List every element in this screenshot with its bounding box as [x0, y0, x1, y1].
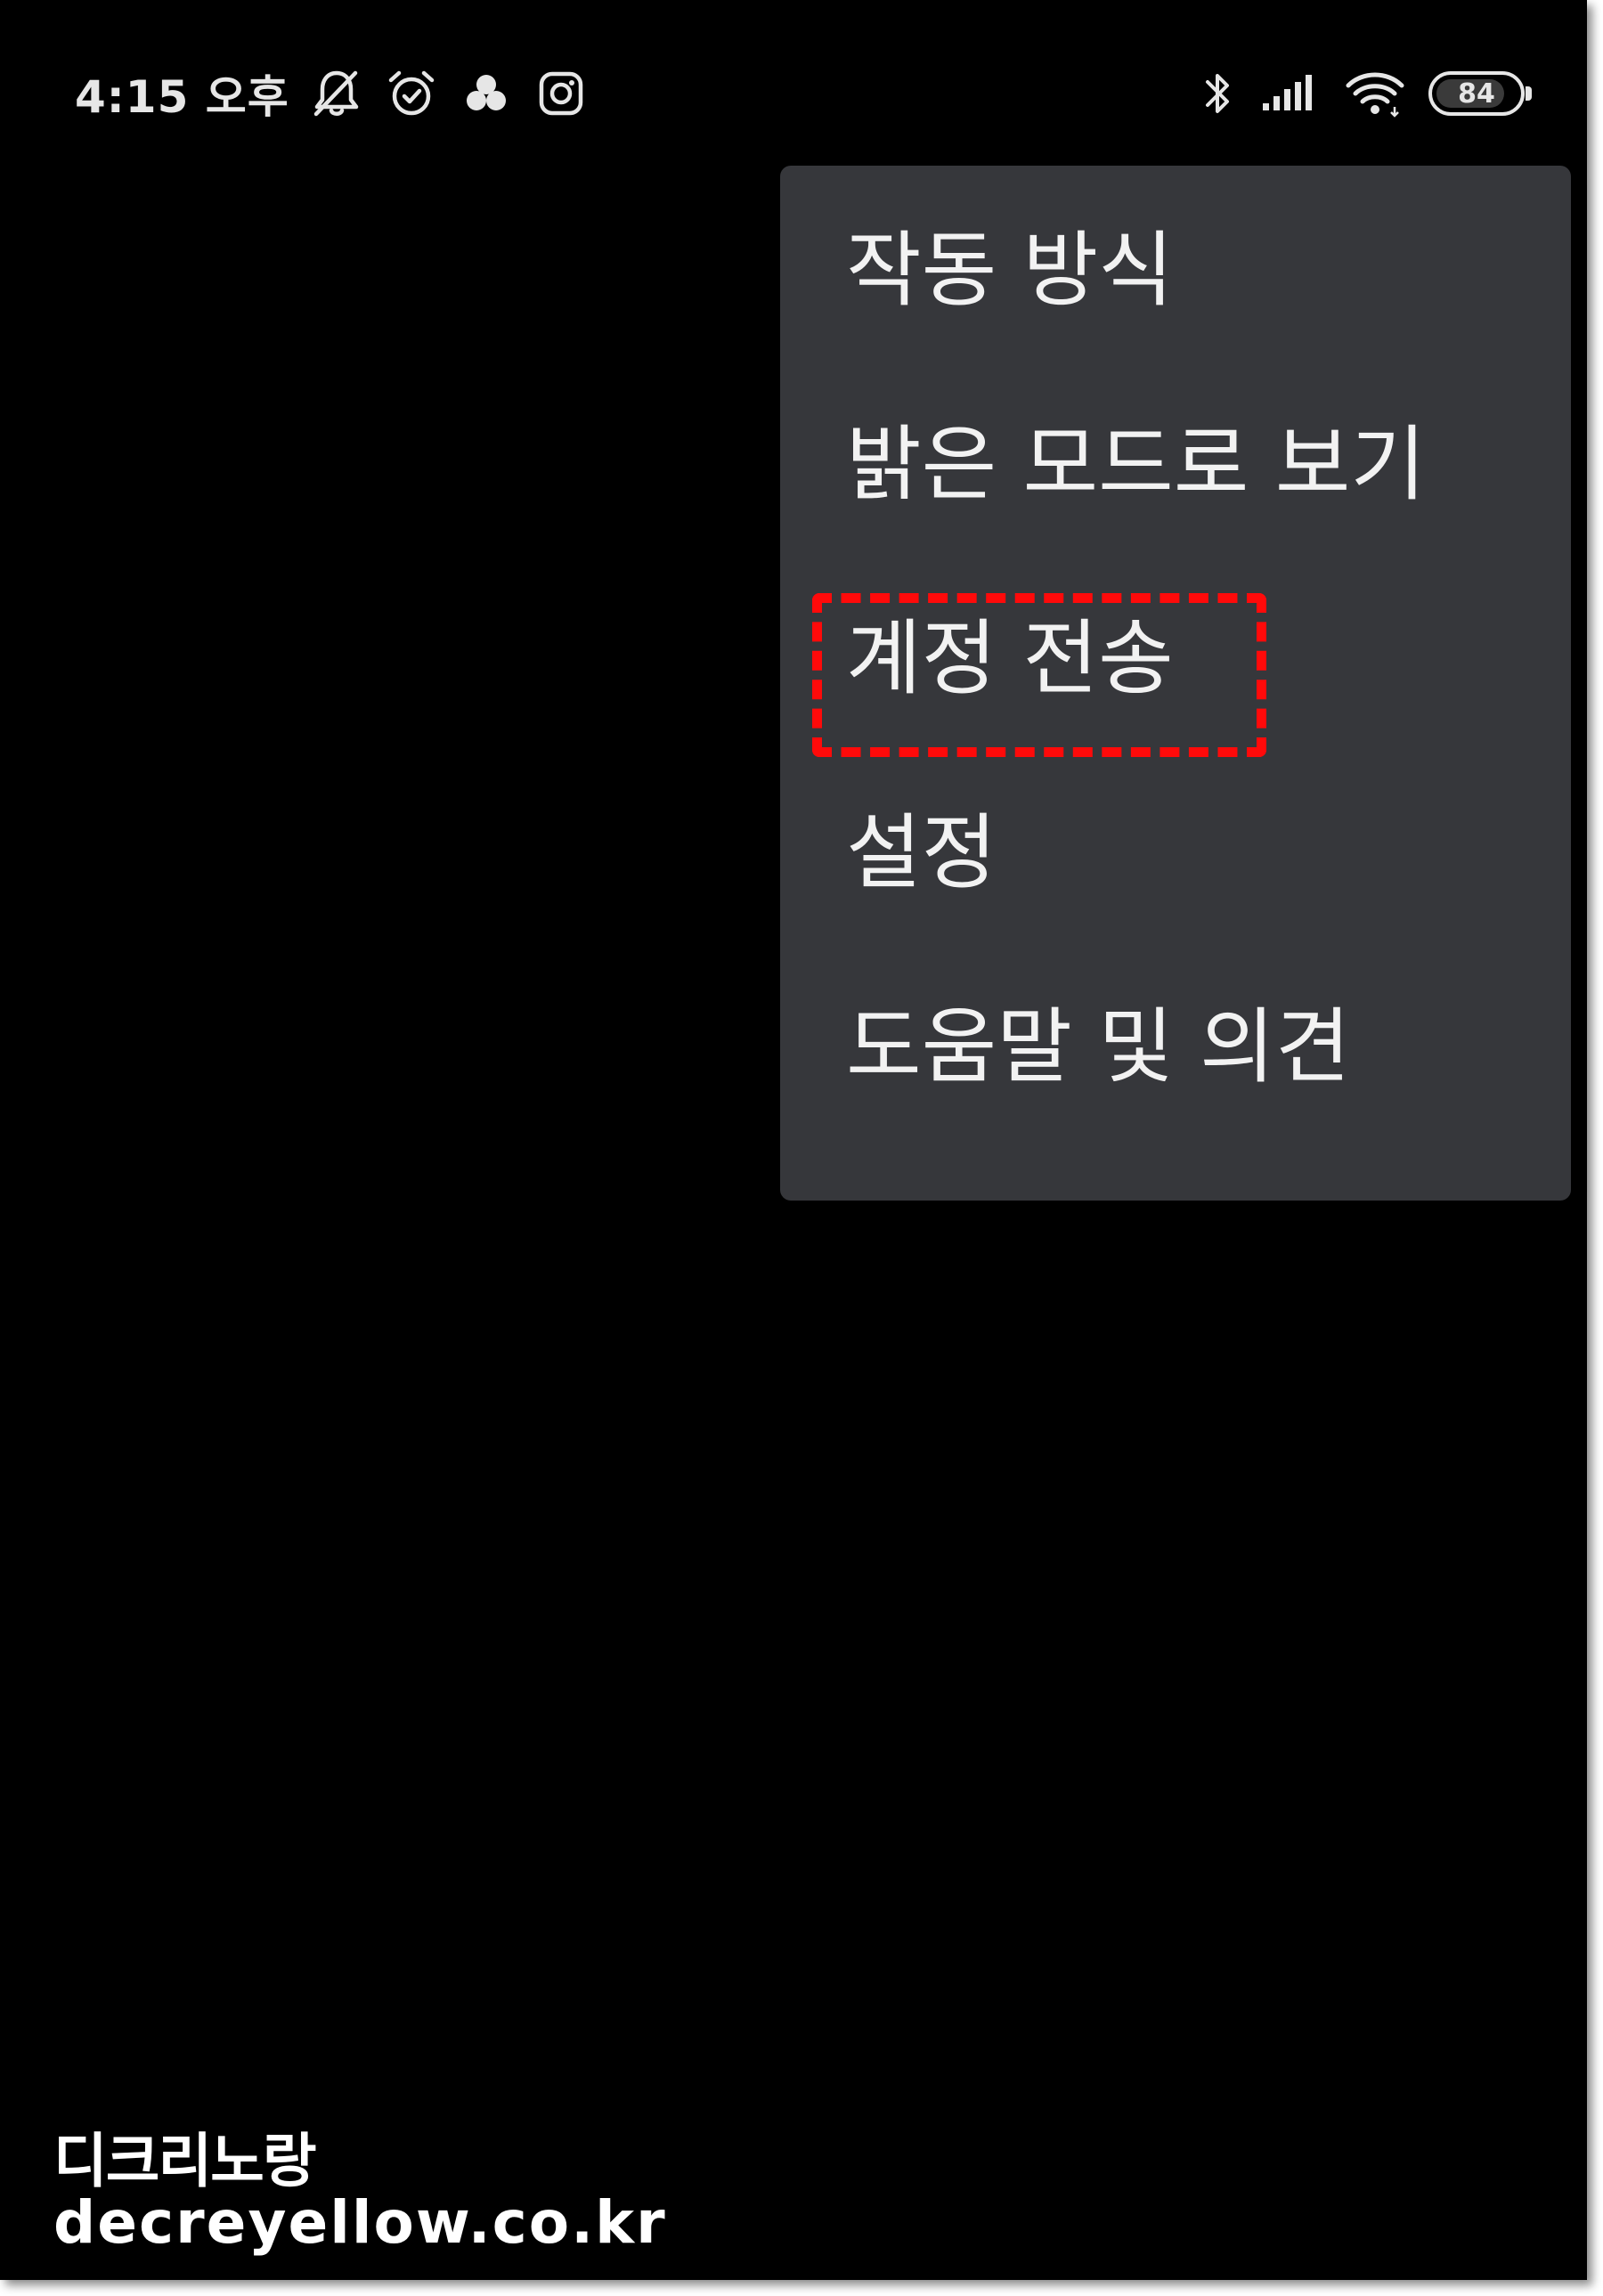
bell-off-icon — [309, 66, 364, 121]
menu-item-account-transfer[interactable]: 계정 전송 — [780, 554, 1571, 748]
menu-item-light-mode[interactable]: 밝은 모드로 보기 — [780, 360, 1571, 554]
menu-item-help-feedback[interactable]: 도움말 및 의견 — [780, 942, 1571, 1136]
battery-indicator: 84 — [1428, 71, 1532, 116]
wifi-icon — [1343, 66, 1407, 121]
alarm-clock-icon — [384, 66, 439, 121]
menu-item-settings[interactable]: 설정 — [780, 748, 1571, 942]
status-bar-left: 4:15 오후 — [75, 53, 589, 134]
menu-item-how-it-works[interactable]: 작동 방식 — [780, 166, 1571, 360]
cellular-signal-icon — [1259, 66, 1322, 121]
bluetooth-icon — [1199, 66, 1238, 121]
menu-item-label: 설정 — [846, 804, 997, 900]
phone-screen: 4:15 오후 84 작동 방식 밝은 모드로 보기 계정 전송 설정 도움말 … — [0, 0, 1587, 2280]
battery-level: 84 — [1458, 77, 1495, 110]
instagram-icon — [533, 66, 589, 121]
watermark-url: decreyellow.co.kr — [53, 2188, 667, 2258]
watermark-brand: 디크리노랑 — [53, 2127, 317, 2195]
overflow-menu: 작동 방식 밝은 모드로 보기 계정 전송 설정 도움말 및 의견 — [780, 166, 1571, 1201]
watermark: 디크리노랑 decreyellow.co.kr — [53, 2130, 667, 2254]
status-bar-right: 84 — [1199, 53, 1532, 134]
menu-item-label: 계정 전송 — [846, 610, 1174, 706]
menu-item-label: 밝은 모드로 보기 — [846, 416, 1426, 512]
app-bubbles-icon — [459, 66, 514, 121]
menu-item-label: 도움말 및 의견 — [846, 998, 1351, 1095]
status-bar: 4:15 오후 84 — [0, 53, 1587, 134]
menu-item-label: 작동 방식 — [846, 222, 1174, 318]
battery-nub — [1526, 86, 1532, 101]
status-time: 4:15 오후 — [75, 71, 289, 123]
